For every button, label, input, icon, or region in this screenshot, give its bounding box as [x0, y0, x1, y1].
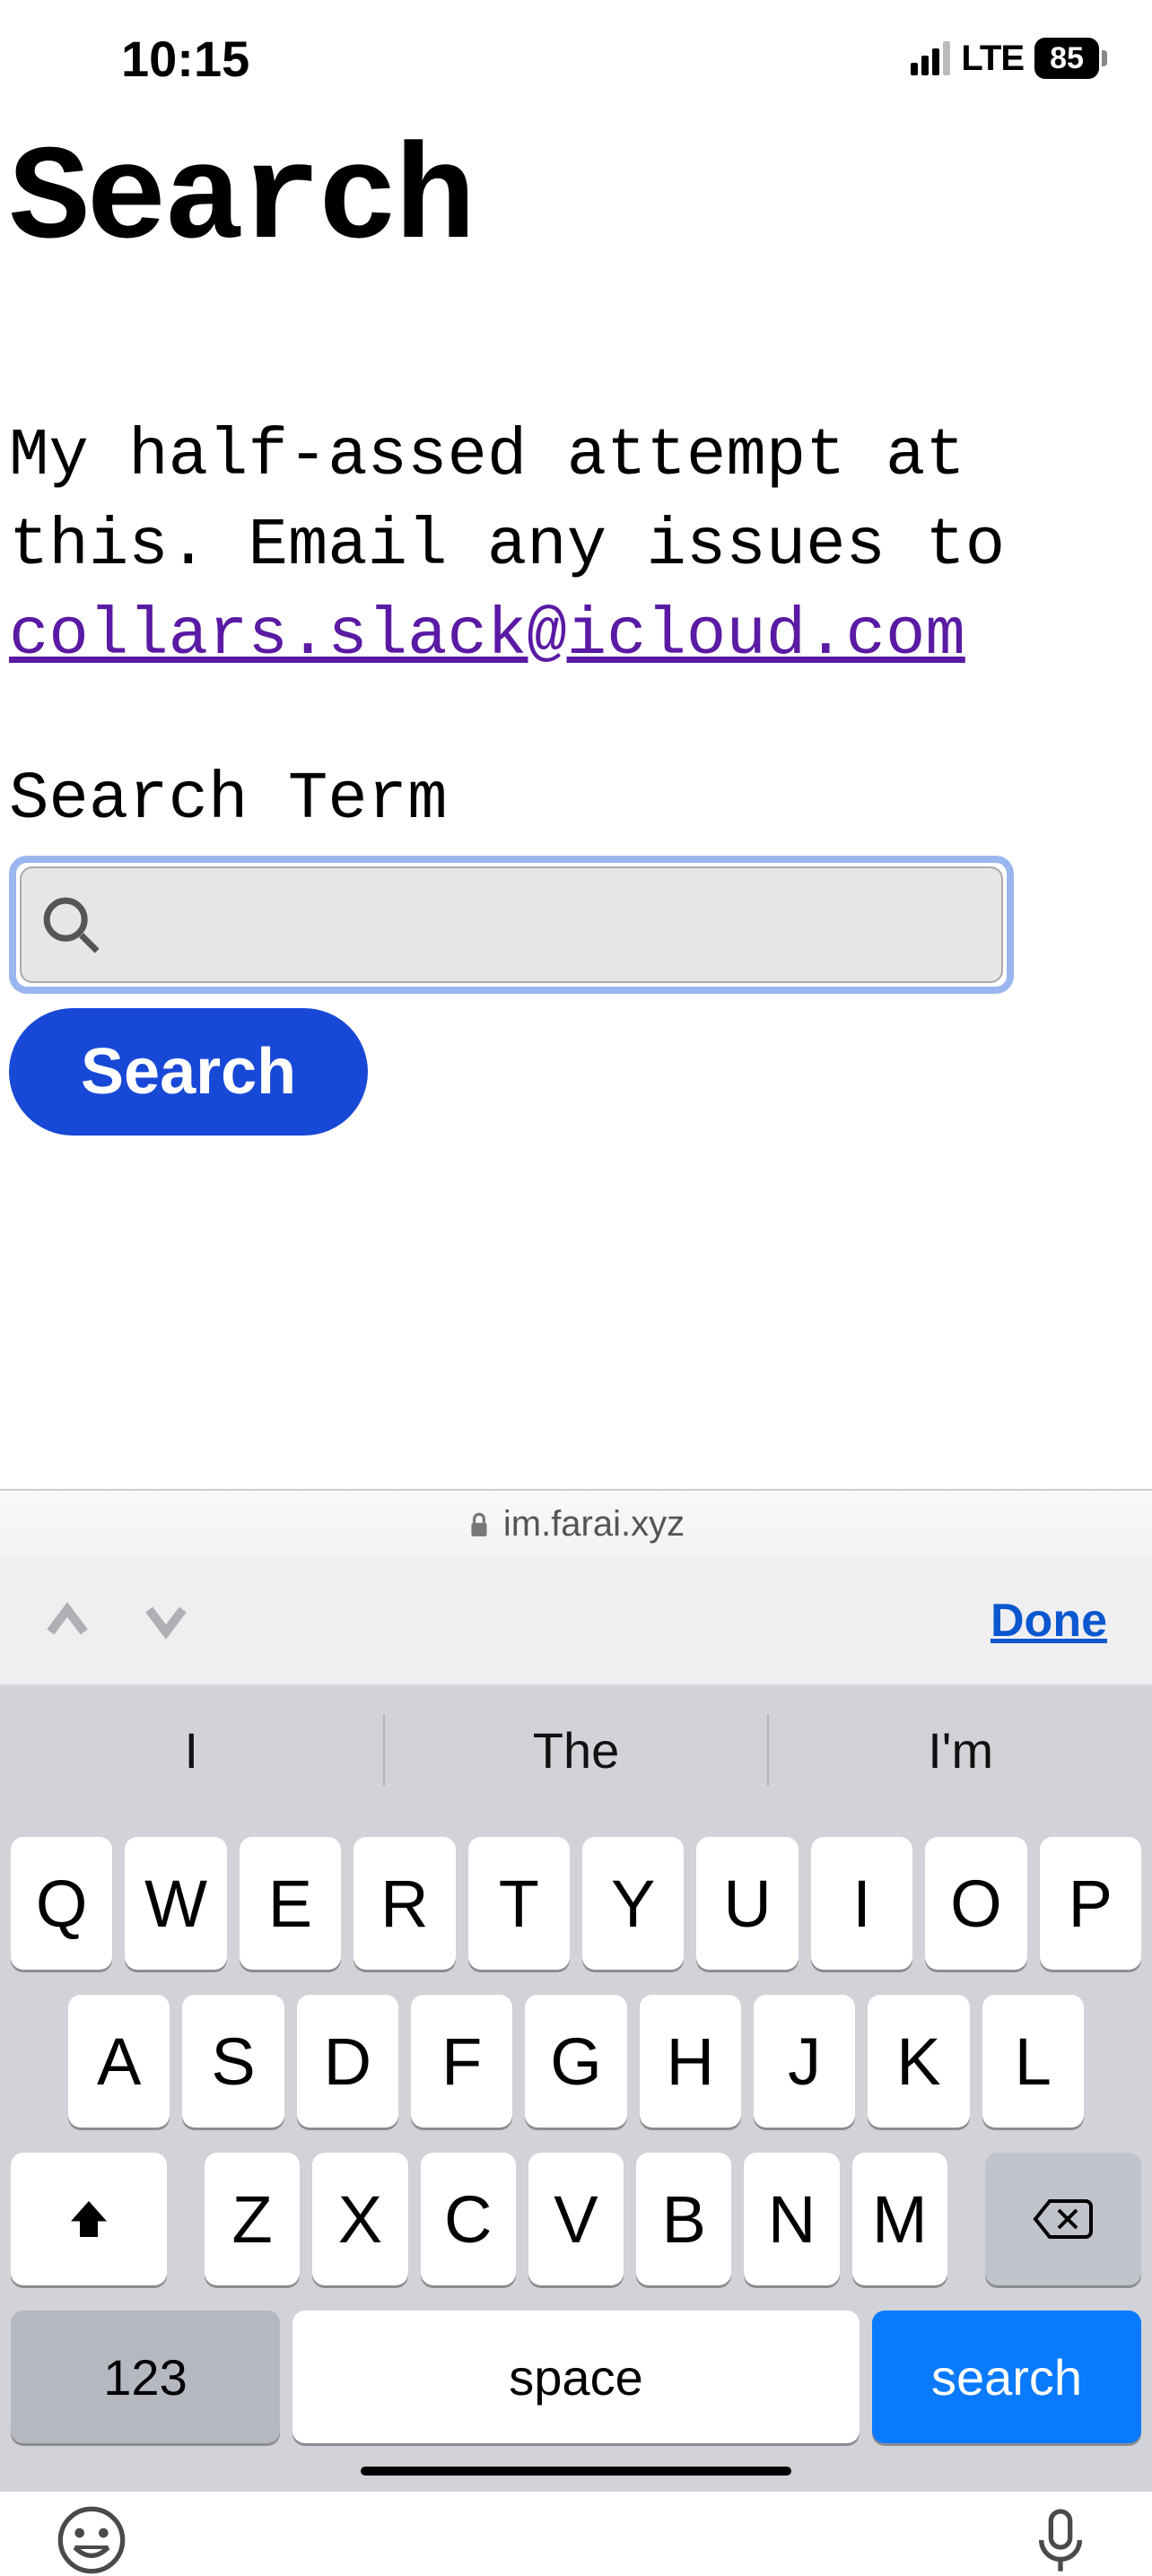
keyboard-row-4: 123 space search	[11, 2311, 1141, 2443]
key-h[interactable]: H	[640, 1995, 741, 2128]
address-bar[interactable]: im.farai.xyz	[0, 1489, 1152, 1560]
key-x[interactable]: X	[312, 2153, 407, 2285]
space-key[interactable]: space	[292, 2311, 860, 2443]
key-y[interactable]: Y	[582, 1837, 684, 1970]
prev-field-icon[interactable]	[45, 1598, 90, 1643]
key-e[interactable]: E	[240, 1837, 341, 1970]
key-a[interactable]: A	[68, 1995, 170, 2128]
status-time: 10:15	[121, 30, 249, 88]
search-field-focus-ring	[9, 856, 1014, 994]
search-input[interactable]	[116, 894, 983, 955]
done-button[interactable]: Done	[991, 1594, 1107, 1648]
home-indicator[interactable]	[361, 2467, 791, 2476]
key-c[interactable]: C	[421, 2153, 516, 2285]
search-action-key[interactable]: search	[872, 2311, 1141, 2443]
key-g[interactable]: G	[525, 1995, 626, 2128]
signal-icon	[911, 41, 950, 75]
suggestion-bar: I The I'm	[0, 1686, 1152, 1814]
keyboard-row-1: Q W E R T Y U I O P	[11, 1837, 1141, 1970]
keyboard-bottom-row	[11, 2468, 1141, 2576]
page-title: Search	[9, 126, 1143, 278]
search-label: Search Term	[9, 762, 1143, 838]
key-u[interactable]: U	[696, 1837, 798, 1970]
key-p[interactable]: P	[1040, 1837, 1141, 1970]
keyboard-accessory: Done	[0, 1556, 1152, 1686]
network-label: LTE	[961, 39, 1024, 79]
keyboard-row-2: A S D F G H J K L	[11, 1995, 1141, 2128]
keyboard-row-3: Z X C V B N M	[11, 2153, 1141, 2285]
key-o[interactable]: O	[925, 1837, 1026, 1970]
emoji-icon[interactable]	[56, 2504, 127, 2576]
page-content: Search My half-assed attempt at this. Em…	[0, 108, 1152, 1136]
suggestion-2[interactable]: The	[385, 1686, 768, 1814]
backspace-icon	[1032, 2197, 1095, 2241]
key-w[interactable]: W	[125, 1837, 226, 1970]
intro-text: My half-assed attempt at this. Email any…	[9, 413, 1143, 682]
key-l[interactable]: L	[982, 1995, 1084, 2128]
backspace-key[interactable]	[985, 2153, 1141, 2285]
suggestion-1[interactable]: I	[0, 1686, 383, 1814]
status-bar: 10:15 LTE 85	[0, 0, 1152, 108]
key-q[interactable]: Q	[11, 1837, 112, 1970]
numbers-key[interactable]: 123	[11, 2311, 280, 2443]
key-r[interactable]: R	[353, 1837, 455, 1970]
key-j[interactable]: J	[754, 1995, 855, 2128]
search-field[interactable]	[20, 866, 1003, 983]
status-right: LTE 85	[911, 38, 1107, 79]
search-icon	[39, 893, 102, 956]
email-link[interactable]: collars.slack@icloud.com	[9, 598, 965, 674]
battery-level: 85	[1034, 38, 1099, 79]
key-s[interactable]: S	[182, 1995, 284, 2128]
mic-icon[interactable]	[1025, 2504, 1096, 2576]
battery-icon: 85	[1034, 38, 1107, 79]
next-field-icon[interactable]	[144, 1598, 188, 1643]
key-v[interactable]: V	[528, 2153, 624, 2285]
keyboard: Q W E R T Y U I O P A S D F G H J K L Z …	[0, 1814, 1152, 2492]
shift-key[interactable]	[11, 2153, 167, 2285]
suggestion-3[interactable]: I'm	[769, 1686, 1152, 1814]
shift-icon	[66, 2197, 111, 2241]
intro-body: My half-assed attempt at this. Email any…	[9, 419, 1005, 584]
key-t[interactable]: T	[468, 1837, 570, 1970]
key-m[interactable]: M	[852, 2153, 947, 2285]
key-i[interactable]: I	[811, 1837, 912, 1970]
key-b[interactable]: B	[636, 2153, 731, 2285]
key-k[interactable]: K	[868, 1995, 969, 2128]
key-f[interactable]: F	[411, 1995, 512, 2128]
key-z[interactable]: Z	[205, 2153, 300, 2285]
search-button[interactable]: Search	[9, 1008, 368, 1136]
lock-icon	[467, 1511, 491, 1538]
url-text: im.farai.xyz	[503, 1504, 685, 1545]
key-n[interactable]: N	[744, 2153, 839, 2285]
key-d[interactable]: D	[297, 1995, 398, 2128]
